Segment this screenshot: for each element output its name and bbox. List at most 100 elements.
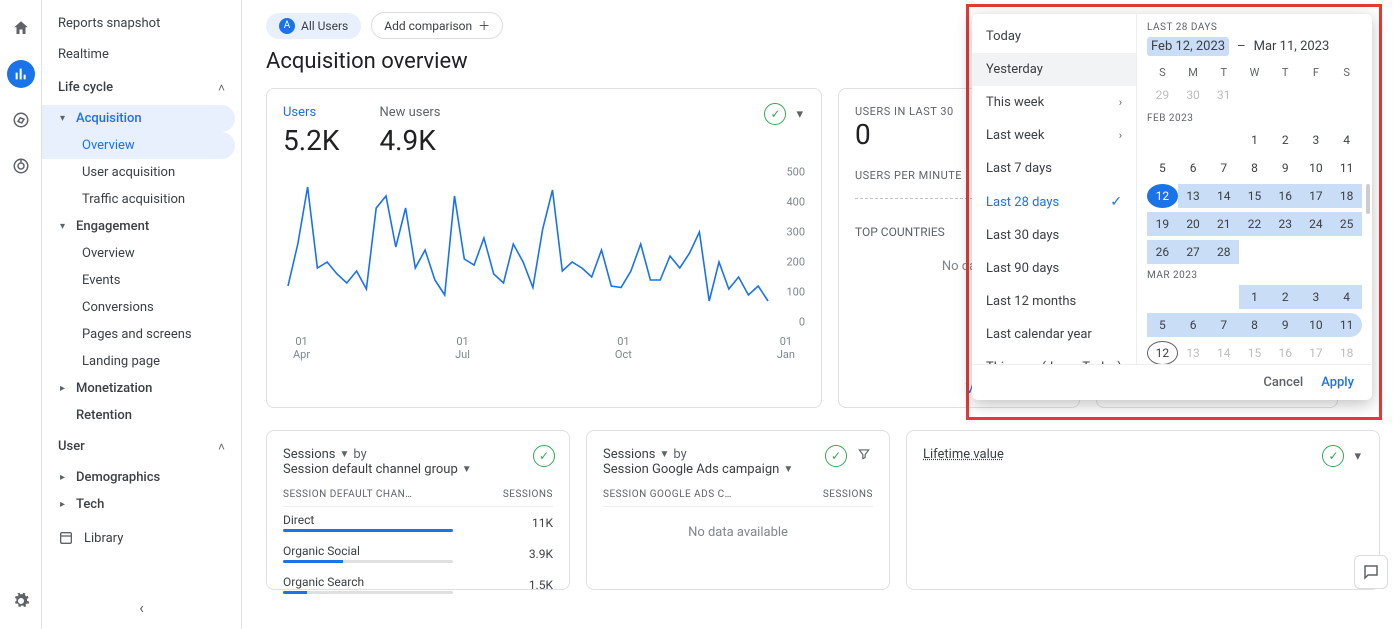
- section-user[interactable]: User ˄: [42, 429, 241, 464]
- calendar-day[interactable]: 9: [1270, 156, 1301, 180]
- dp-preset-item[interactable]: Yesterday: [972, 53, 1136, 86]
- nav-landing-page[interactable]: Landing page: [42, 348, 235, 375]
- calendar-day[interactable]: 11: [1331, 156, 1362, 180]
- nav-library[interactable]: Library: [42, 518, 241, 558]
- calendar-day[interactable]: 3: [1301, 285, 1332, 309]
- dp-preset-item[interactable]: Last 28 days✓: [972, 185, 1136, 219]
- calendar-day[interactable]: 17: [1301, 341, 1332, 364]
- calendar-day[interactable]: 7: [1208, 156, 1239, 180]
- explore-icon[interactable]: [7, 106, 35, 134]
- reports-icon[interactable]: [7, 60, 35, 88]
- calendar-day[interactable]: 15: [1239, 184, 1270, 208]
- calendar-day[interactable]: 4: [1331, 285, 1362, 309]
- metric-new-users-label[interactable]: New users: [379, 105, 440, 120]
- dp-preset-item[interactable]: Last 7 days: [972, 152, 1136, 185]
- calendar-day[interactable]: 29: [1147, 83, 1178, 107]
- calendar-day[interactable]: 9: [1270, 313, 1301, 337]
- dp-preset-item[interactable]: This year (Jan – Today): [972, 351, 1136, 364]
- nav-engagement-overview[interactable]: Overview: [42, 240, 235, 267]
- table-row[interactable]: Direct11K: [283, 507, 553, 538]
- dp-preset-item[interactable]: Last 90 days: [972, 252, 1136, 285]
- calendar-day[interactable]: 16: [1270, 341, 1301, 364]
- calendar-day[interactable]: 6: [1178, 313, 1209, 337]
- nav-retention[interactable]: Retention: [42, 402, 235, 429]
- card-title[interactable]: Sessions▼ by: [283, 447, 553, 462]
- calendar-day[interactable]: 4: [1331, 128, 1362, 152]
- dp-preset-item[interactable]: Last 12 months: [972, 285, 1136, 318]
- calendar-day[interactable]: 26: [1147, 240, 1178, 264]
- feedback-chat-icon[interactable]: [1354, 555, 1388, 589]
- dp-start-date[interactable]: Feb 12, 2023: [1147, 37, 1229, 56]
- card-status-check-icon[interactable]: ✓: [533, 445, 555, 467]
- nav-traffic-acquisition[interactable]: Traffic acquisition: [42, 186, 235, 213]
- calendar-day[interactable]: 20: [1178, 212, 1209, 236]
- calendar-day[interactable]: 3: [1301, 128, 1332, 152]
- dp-preset-item[interactable]: This week›: [972, 86, 1136, 119]
- calendar-day[interactable]: 25: [1331, 212, 1362, 236]
- metric-users-label[interactable]: Users: [283, 105, 339, 120]
- calendar-day[interactable]: 18: [1331, 341, 1362, 364]
- card-status-check-icon[interactable]: ✓: [764, 103, 786, 125]
- calendar-day[interactable]: 6: [1178, 156, 1209, 180]
- calendar-day[interactable]: 22: [1239, 212, 1270, 236]
- section-life-cycle[interactable]: Life cycle ˄: [42, 70, 241, 105]
- card-status-check-icon[interactable]: ✓: [825, 445, 847, 467]
- calendar-day[interactable]: 28: [1208, 240, 1239, 264]
- calendar-day[interactable]: 14: [1208, 341, 1239, 364]
- calendar-day[interactable]: 14: [1208, 184, 1239, 208]
- nav-monetization[interactable]: ▸ Monetization: [42, 375, 235, 402]
- dp-preset-item[interactable]: Today: [972, 20, 1136, 53]
- nav-engagement[interactable]: ▾ Engagement: [42, 213, 235, 240]
- segment-all-users[interactable]: A All Users: [266, 13, 361, 39]
- card-subtitle[interactable]: Session default channel group▼: [283, 462, 553, 477]
- calendar-day[interactable]: 30: [1178, 83, 1209, 107]
- calendar-day[interactable]: 18: [1331, 184, 1362, 208]
- calendar-day[interactable]: 17: [1301, 184, 1332, 208]
- add-comparison-button[interactable]: Add comparison ＋: [371, 12, 503, 39]
- nav-user-acquisition[interactable]: User acquisition: [42, 159, 235, 186]
- table-row[interactable]: Organic Social3.9K: [283, 538, 553, 569]
- dp-preset-item[interactable]: Last week›: [972, 119, 1136, 152]
- dp-end-date[interactable]: Mar 11, 2023: [1254, 39, 1330, 54]
- calendar-day[interactable]: 1: [1239, 128, 1270, 152]
- calendar-day[interactable]: 7: [1208, 313, 1239, 337]
- calendar-day[interactable]: 2: [1270, 285, 1301, 309]
- card-menu-caret-icon[interactable]: ▾: [792, 107, 807, 122]
- calendar-day[interactable]: 23: [1270, 212, 1301, 236]
- nav-acquisition-overview[interactable]: Overview: [42, 132, 235, 159]
- calendar-day[interactable]: 15: [1239, 341, 1270, 364]
- nav-realtime[interactable]: Realtime: [42, 39, 241, 70]
- card-menu-caret-icon[interactable]: ▾: [1350, 449, 1365, 464]
- nav-acquisition[interactable]: ▾ Acquisition: [42, 105, 235, 132]
- calendar-day[interactable]: 5: [1147, 313, 1178, 337]
- nav-tech[interactable]: ▸ Tech: [42, 491, 235, 518]
- calendar-day[interactable]: 16: [1270, 184, 1301, 208]
- calendar-day[interactable]: 8: [1239, 313, 1270, 337]
- calendar-day[interactable]: 31: [1208, 83, 1239, 107]
- calendar-day[interactable]: 5: [1147, 156, 1178, 180]
- calendar-day[interactable]: 10: [1301, 156, 1332, 180]
- home-icon[interactable]: [7, 14, 35, 42]
- calendar-day[interactable]: 21: [1208, 212, 1239, 236]
- dp-preset-item[interactable]: Last 30 days: [972, 219, 1136, 252]
- calendar-day[interactable]: 13: [1178, 184, 1209, 208]
- card-status-check-icon[interactable]: ✓: [1322, 445, 1344, 467]
- dp-cancel-button[interactable]: Cancel: [1263, 375, 1303, 390]
- calendar-day[interactable]: 1: [1239, 285, 1270, 309]
- calendar-day[interactable]: 2: [1270, 128, 1301, 152]
- admin-gear-icon[interactable]: [7, 587, 35, 615]
- nav-pages-screens[interactable]: Pages and screens: [42, 321, 235, 348]
- calendar-day[interactable]: 8: [1239, 156, 1270, 180]
- table-row[interactable]: Organic Search1.5K: [283, 569, 553, 600]
- advertising-icon[interactable]: [7, 152, 35, 180]
- calendar-scrollbar[interactable]: [1366, 184, 1370, 214]
- calendar-day[interactable]: 19: [1147, 212, 1178, 236]
- dp-preset-item[interactable]: Last calendar year: [972, 318, 1136, 351]
- dp-apply-button[interactable]: Apply: [1321, 375, 1354, 390]
- calendar-day[interactable]: 12: [1147, 184, 1178, 208]
- nav-demographics[interactable]: ▸ Demographics: [42, 464, 235, 491]
- nav-reports-snapshot[interactable]: Reports snapshot: [42, 8, 241, 39]
- collapse-sidebar-icon[interactable]: ‹: [139, 598, 144, 617]
- calendar-day[interactable]: 27: [1178, 240, 1209, 264]
- filter-icon[interactable]: [853, 447, 875, 465]
